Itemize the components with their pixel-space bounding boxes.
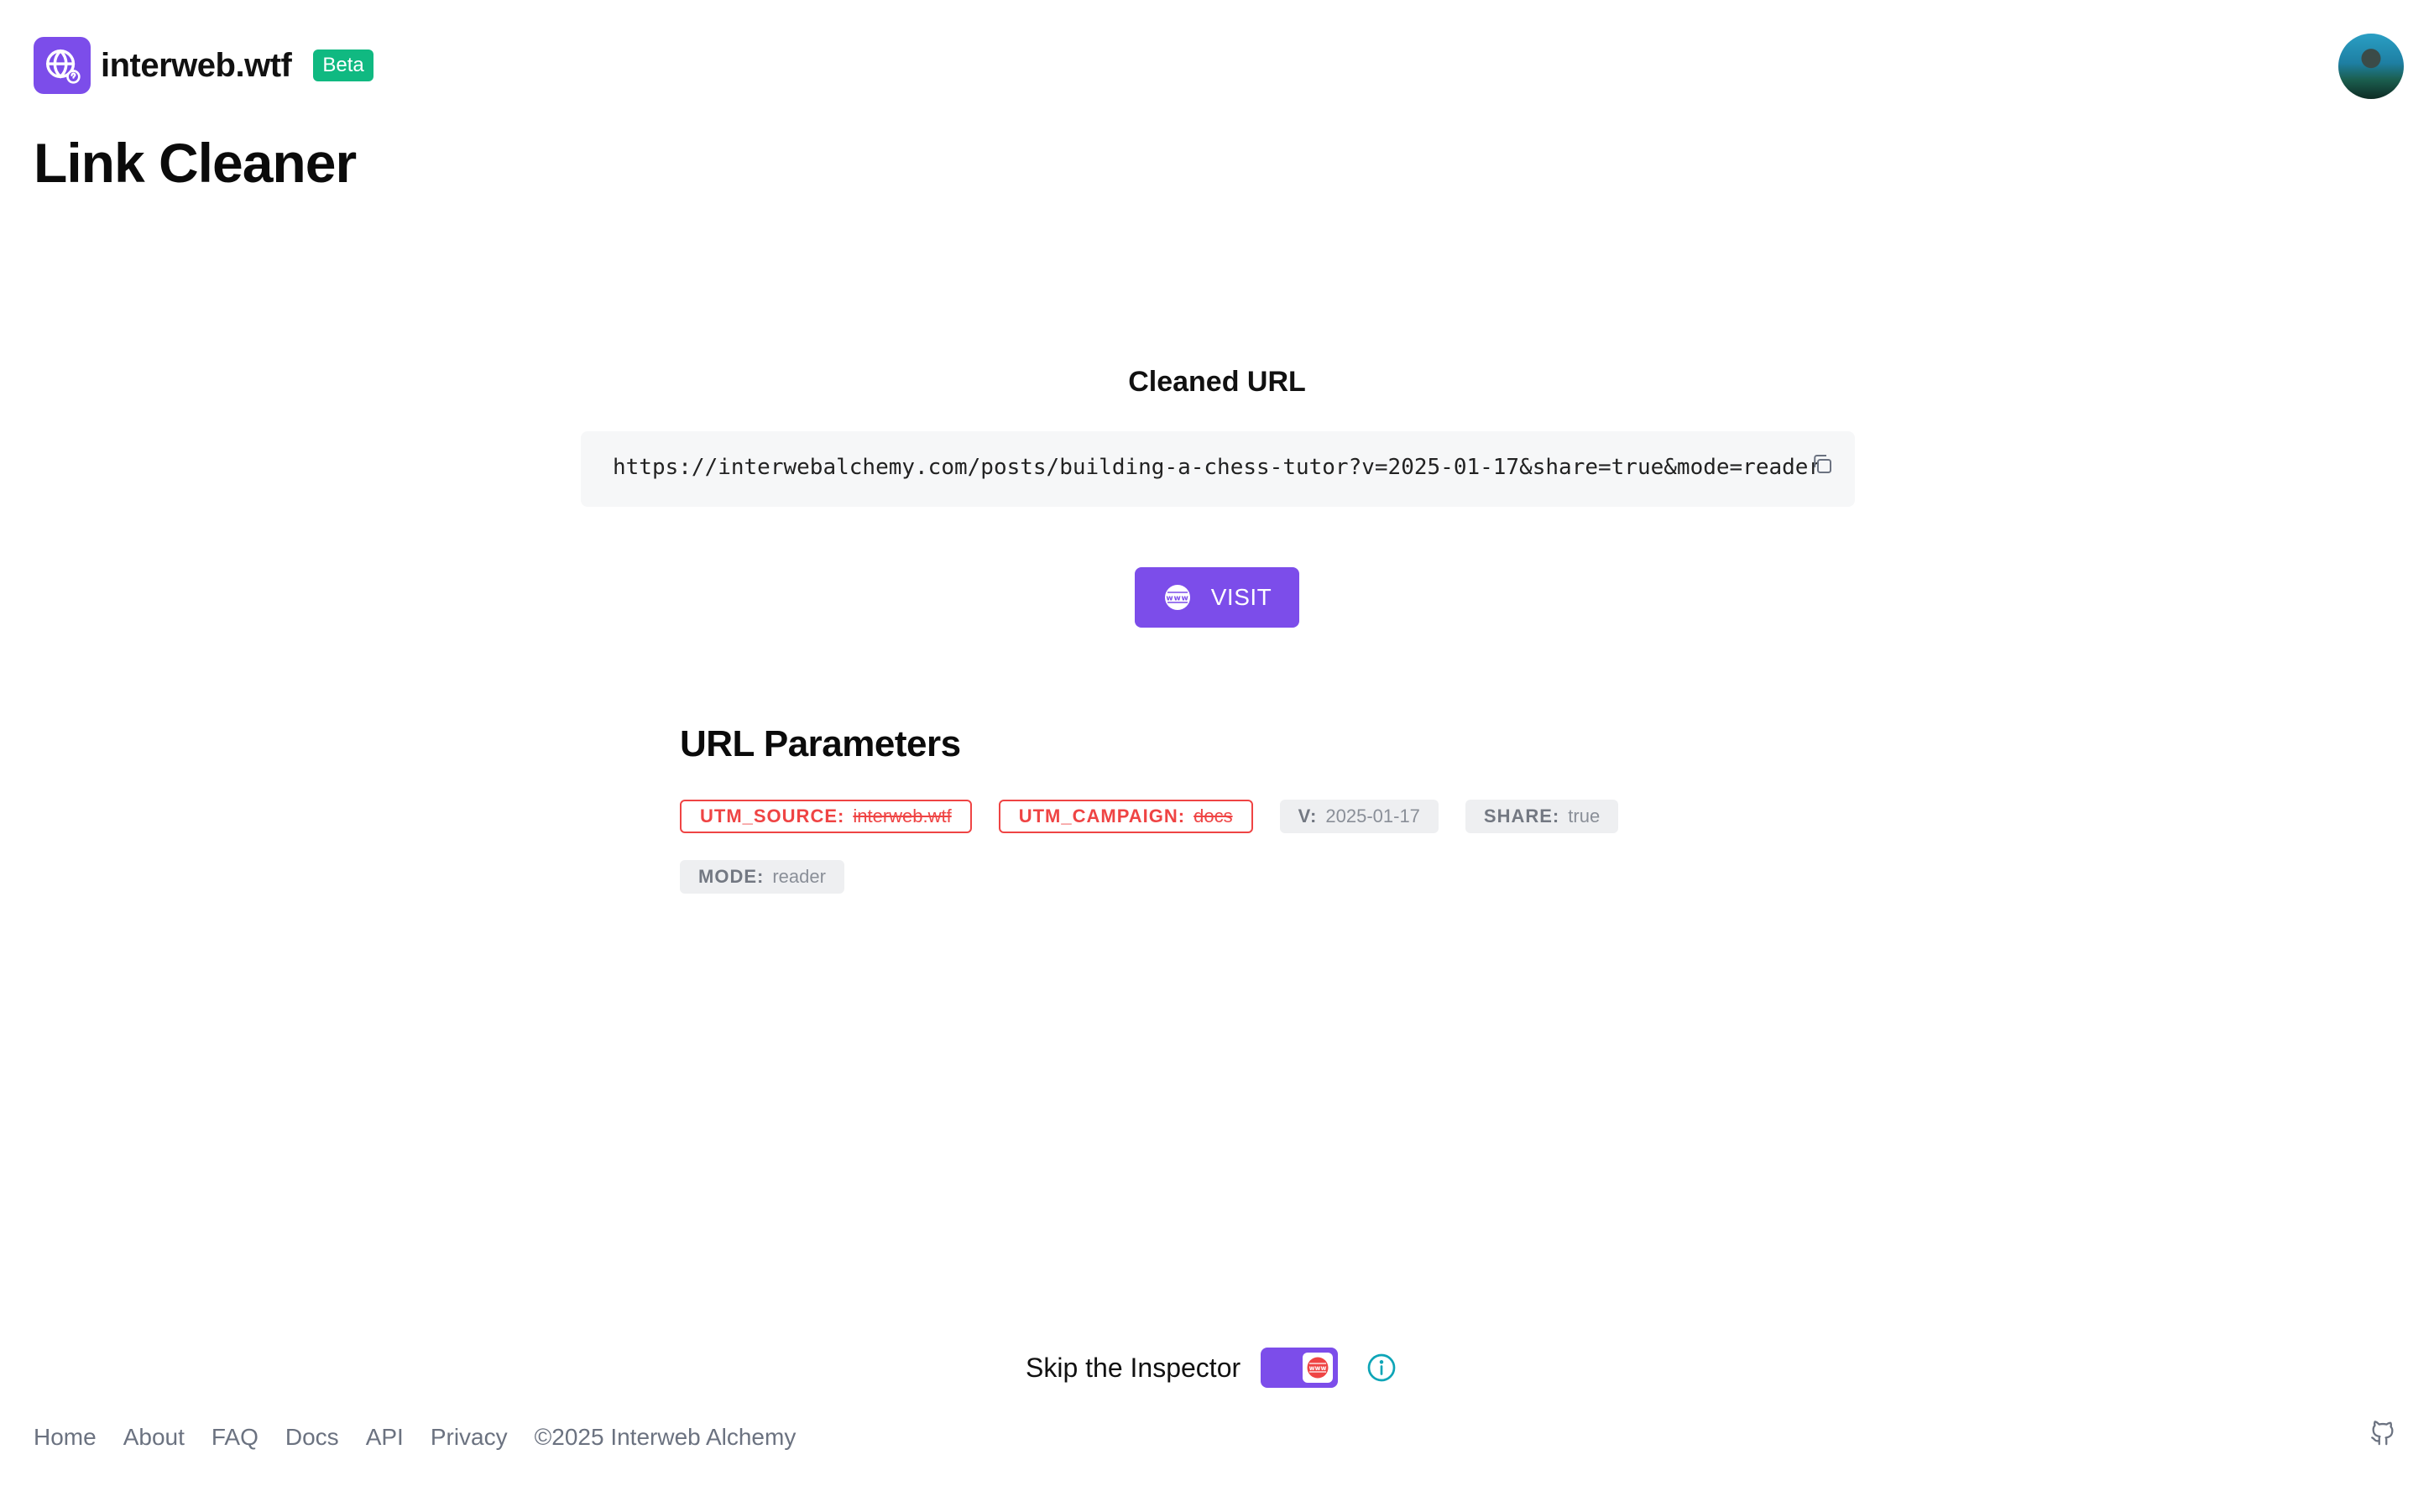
param-value: interweb.wtf (853, 806, 952, 826)
visit-label: VISIT (1210, 584, 1272, 610)
footer-link-privacy[interactable]: Privacy (431, 1424, 508, 1451)
svg-text:www: www (1309, 1364, 1327, 1372)
copy-icon[interactable] (1810, 451, 1835, 477)
www-globe-icon: www (1164, 585, 1190, 610)
visit-button[interactable]: www VISIT (1135, 567, 1299, 628)
param-key: UTM_CAMPAIGN: (1018, 806, 1186, 826)
param-chip-share: SHARE: true (1465, 800, 1619, 833)
footer-link-about[interactable]: About (123, 1424, 185, 1451)
footer-link-api[interactable]: API (366, 1424, 404, 1451)
param-key: UTM_SOURCE: (700, 806, 845, 826)
parameter-list: UTM_SOURCE: interweb.wtf UTM_CAMPAIGN: d… (680, 800, 1670, 894)
footer-link-faq[interactable]: FAQ (212, 1424, 259, 1451)
cleaned-url-heading: Cleaned URL (1128, 366, 1306, 398)
site-header: interweb.wtf Beta (34, 37, 373, 94)
globe-question-icon (46, 50, 81, 84)
param-key: V: (1298, 806, 1318, 826)
param-chip-utm-campaign: UTM_CAMPAIGN: docs (998, 800, 1253, 833)
toggle-knob: www (1303, 1353, 1334, 1383)
footer: Home About FAQ Docs API Privacy ©2025 In… (34, 1424, 796, 1451)
github-icon[interactable] (2369, 1418, 2397, 1447)
copyright-text: ©2025 Interweb Alchemy (534, 1424, 797, 1450)
skip-inspector-label: Skip the Inspector (1026, 1352, 1241, 1383)
footer-link-home[interactable]: Home (34, 1424, 97, 1451)
footer-link-docs[interactable]: Docs (285, 1424, 339, 1451)
skip-inspector-control: Skip the Inspector www (1026, 1348, 1397, 1388)
brand-name[interactable]: interweb.wtf (101, 47, 292, 85)
url-parameters-heading: URL Parameters (680, 723, 961, 764)
info-icon[interactable] (1366, 1353, 1397, 1383)
user-avatar[interactable] (2338, 34, 2404, 99)
page-title: Link Cleaner (34, 132, 357, 194)
skip-inspector-toggle[interactable]: www (1261, 1348, 1339, 1388)
param-key: MODE: (698, 866, 765, 887)
cleaned-url-text[interactable]: https://interwebalchemy.com/posts/buildi… (613, 455, 1821, 480)
param-value: reader (772, 866, 826, 887)
param-value: true (1568, 806, 1601, 826)
www-globe-icon: www (1307, 1357, 1329, 1379)
beta-badge: Beta (313, 50, 373, 81)
param-chip-mode: MODE: reader (680, 860, 844, 894)
logo[interactable] (34, 37, 91, 94)
param-value: 2025-01-17 (1325, 806, 1420, 826)
param-chip-v: V: 2025-01-17 (1279, 800, 1439, 833)
cleaned-url-box[interactable]: https://interwebalchemy.com/posts/buildi… (581, 431, 1855, 507)
param-value: docs (1193, 806, 1233, 826)
param-chip-utm-source: UTM_SOURCE: interweb.wtf (680, 800, 972, 833)
svg-text:www: www (1166, 594, 1188, 602)
param-key: SHARE: (1483, 806, 1560, 826)
